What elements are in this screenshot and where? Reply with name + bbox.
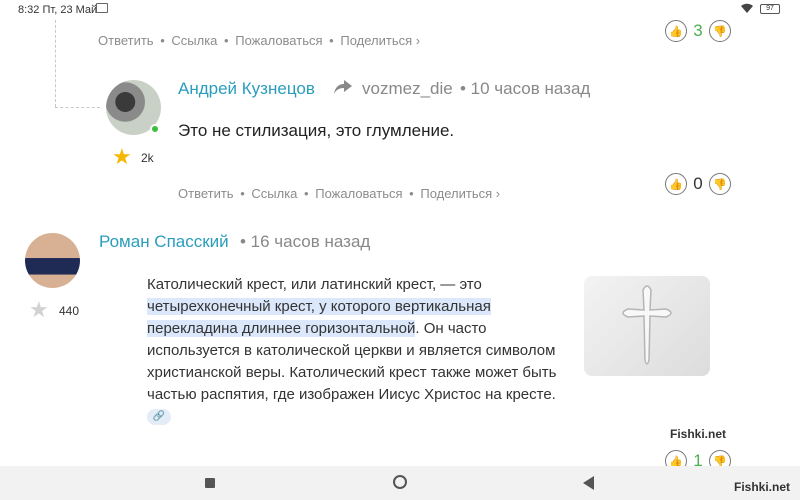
report-link[interactable]: Пожаловаться bbox=[315, 186, 402, 201]
vote-widget: 👍 0 👎 bbox=[665, 173, 731, 195]
status-bar: 8:32 Пт, 23 Май 97 bbox=[0, 0, 800, 20]
separator: • bbox=[329, 33, 334, 48]
thread-line-branch bbox=[55, 107, 100, 108]
reply-link[interactable]: Ответить bbox=[98, 33, 154, 48]
quote-highlight: перекладина длиннее горизонтальной bbox=[147, 320, 416, 337]
separator: • bbox=[240, 186, 245, 201]
star-icon: ★ bbox=[29, 297, 49, 322]
comment-author[interactable]: Андрей Кузнецов bbox=[178, 79, 315, 99]
comment-actions: Ответить • Ссылка • Пожаловаться • Подел… bbox=[178, 186, 503, 201]
dislike-icon[interactable]: 👎 bbox=[709, 20, 731, 42]
quote-text: Католический крест, или латинский крест,… bbox=[147, 276, 482, 293]
vote-count: 0 bbox=[693, 174, 703, 193]
share-link[interactable]: Поделиться › bbox=[420, 186, 500, 201]
comment-author[interactable]: Роман Спасский bbox=[99, 232, 229, 252]
comment-quote: Католический крест, или латинский крест,… bbox=[147, 274, 577, 428]
nav-circle-icon[interactable] bbox=[393, 475, 407, 489]
status-time: 8:32 Пт, 23 Май bbox=[18, 4, 98, 16]
report-link[interactable]: Пожаловаться bbox=[235, 33, 322, 48]
user-rating: 440 bbox=[59, 304, 80, 318]
battery-icon: 97 bbox=[760, 3, 780, 14]
separator: • bbox=[304, 186, 309, 201]
star-icon: ★ bbox=[112, 144, 132, 169]
nav-square-icon[interactable] bbox=[205, 478, 215, 488]
thread-line bbox=[55, 20, 56, 107]
comment-time: • 16 часов назад bbox=[240, 232, 371, 251]
separator: • bbox=[409, 186, 414, 201]
comment-time: • 10 часов назад bbox=[460, 79, 591, 98]
user-rating: 2k bbox=[141, 151, 154, 165]
like-icon[interactable]: 👍 bbox=[665, 20, 687, 42]
online-indicator bbox=[150, 124, 160, 134]
dislike-icon[interactable]: 👎 bbox=[709, 173, 731, 195]
vote-count: 3 bbox=[693, 21, 703, 40]
like-icon[interactable]: 👍 bbox=[665, 173, 687, 195]
quote-highlight: четырехконечный крест, у которого вертик… bbox=[147, 298, 491, 315]
corner-watermark: Fishki.net bbox=[734, 480, 791, 494]
link-icon[interactable]: 🔗 bbox=[147, 409, 171, 426]
separator: • bbox=[160, 33, 165, 48]
nav-back-icon[interactable] bbox=[583, 476, 595, 490]
cross-icon bbox=[622, 285, 672, 365]
vote-widget: 👍 3 👎 bbox=[665, 20, 731, 42]
gmail-icon bbox=[96, 3, 108, 13]
reply-to-user[interactable]: vozmez_die bbox=[362, 79, 453, 99]
battery-level: 97 bbox=[766, 4, 774, 12]
cross-image[interactable] bbox=[584, 276, 710, 376]
image-watermark: Fishki.net bbox=[670, 427, 727, 441]
permalink-link[interactable]: Ссылка bbox=[251, 186, 297, 201]
wifi-icon bbox=[741, 3, 753, 13]
system-nav-bar: Fishki.net bbox=[0, 466, 800, 500]
comment-text: Это не стилизация, это глумление. bbox=[178, 121, 455, 140]
reply-arrow-icon bbox=[334, 80, 352, 94]
reply-link[interactable]: Ответить bbox=[178, 186, 234, 201]
share-link[interactable]: Поделиться › bbox=[340, 33, 420, 48]
avatar[interactable] bbox=[25, 233, 80, 288]
permalink-link[interactable]: Ссылка bbox=[171, 33, 217, 48]
comment-actions: Ответить • Ссылка • Пожаловаться • Подел… bbox=[98, 33, 423, 48]
separator: • bbox=[224, 33, 229, 48]
